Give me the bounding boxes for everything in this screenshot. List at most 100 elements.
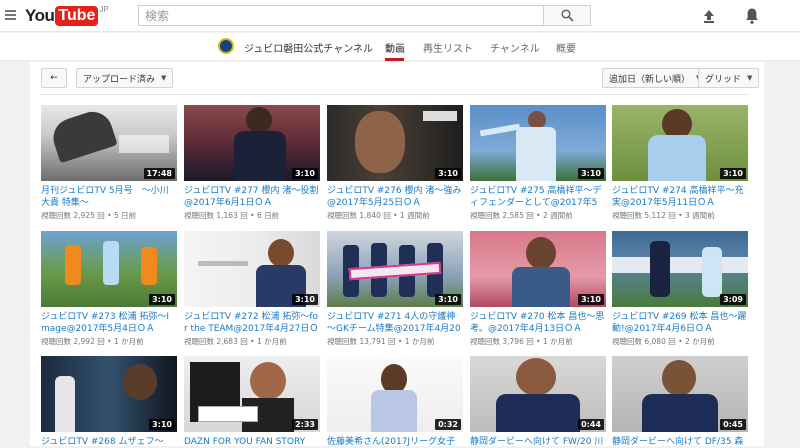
video-title[interactable]: ジュビロTV #272 松浦 拓弥～for the TEAM@2017年4月27…	[184, 311, 320, 335]
view-count: 視聴回数 1,840 回	[327, 211, 391, 220]
video-card[interactable]: 3:10 ジュビロTV #271 4人の守護神～GKチーム特集@2017年4月2…	[327, 231, 463, 347]
video-meta: 視聴回数 2,992 回 • 1 か月前	[41, 337, 144, 346]
video-title[interactable]: ジュビロTV #273 松浦 拓弥～Image@2017年5月4日ＯＡ	[41, 311, 177, 335]
video-title[interactable]: ジュビロTV #269 松本 昌也～躍動!@2017年4月6日ＯＡ	[612, 311, 748, 335]
video-thumbnail[interactable]: 3:10	[41, 356, 177, 432]
video-card[interactable]: 3:10 ジュビロTV #273 松浦 拓弥～Image@2017年5月4日ＯＡ…	[41, 231, 177, 347]
video-card[interactable]: 0:45 静岡ダービーへ向けて DF/35 森	[612, 356, 748, 448]
tab-about[interactable]: 概要	[556, 40, 576, 55]
video-thumbnail[interactable]: 3:10	[41, 231, 177, 307]
video-card[interactable]: 0:44 静岡ダービーへ向けて FW/20 川	[470, 356, 606, 448]
view-count: 視聴回数 2,683 回	[184, 337, 248, 346]
video-duration: 3:10	[435, 168, 461, 179]
logo-you-text: You	[25, 6, 55, 25]
video-thumbnail[interactable]: 0:32	[327, 356, 463, 432]
video-thumbnail[interactable]: 3:10	[612, 105, 748, 181]
notifications-bell-icon[interactable]	[744, 7, 760, 25]
sort-label: 追加日（新しい順）	[609, 74, 691, 85]
video-thumbnail[interactable]: 3:09	[612, 231, 748, 307]
video-duration: 17:48	[143, 168, 175, 179]
filter-label: アップロード済み	[83, 74, 156, 85]
video-title[interactable]: ジュビロTV #277 櫻内 渚～役割@2017年6月1日ＯＡ	[184, 185, 320, 209]
video-duration: 3:10	[435, 294, 461, 305]
video-thumbnail[interactable]: 3:10	[184, 231, 320, 307]
video-duration: 2:33	[292, 419, 318, 430]
video-meta: 視聴回数 13,791 回 • 1 か月前	[327, 337, 435, 346]
chevron-down-icon: ▼	[161, 74, 167, 82]
video-thumbnail[interactable]: 17:48	[41, 105, 177, 181]
video-thumbnail[interactable]: 3:10	[470, 231, 606, 307]
video-duration: 3:10	[149, 419, 175, 430]
video-meta: 視聴回数 2,683 回 • 1 か月前	[184, 337, 287, 346]
video-thumbnail[interactable]: 3:10	[327, 231, 463, 307]
upload-age: 3 週間前	[684, 211, 715, 220]
upload-age: 1 か月前	[404, 337, 435, 346]
view-label: グリッド	[705, 74, 742, 85]
view-count: 視聴回数 13,791 回	[327, 337, 396, 346]
upload-age: 5 日前	[113, 211, 137, 220]
video-duration: 3:10	[292, 294, 318, 305]
video-title[interactable]: 佐藤美希さん(2017Jリーグ女子	[327, 436, 463, 448]
video-title[interactable]: 静岡ダービーへ向けて FW/20 川	[470, 436, 606, 448]
video-thumbnail[interactable]: 0:44	[470, 356, 606, 432]
video-title[interactable]: ジュビロTV #268 ムザェフ～	[41, 436, 177, 448]
video-card[interactable]: 3:10 ジュビロTV #277 櫻内 渚～役割@2017年6月1日ＯＡ 視聴回…	[184, 105, 320, 221]
video-meta: 視聴回数 2,925 回 • 5 日前	[41, 211, 137, 220]
video-title[interactable]: ジュビロTV #275 高橋祥平～ディフェンダーとして@2017年5月18日ＯＡ	[470, 185, 606, 209]
video-card[interactable]: 2:33 DAZN FOR YOU FAN STORY	[184, 356, 320, 448]
channel-header: ジュビロ磐田公式チャンネル 動画 再生リスト チャンネル 概要	[0, 33, 800, 61]
view-count: 視聴回数 2,925 回	[41, 211, 105, 220]
channel-avatar[interactable]	[218, 38, 234, 54]
video-meta: 視聴回数 6,080 回 • 2 か月前	[612, 337, 715, 346]
youtube-logo[interactable]: You Tube JP	[25, 5, 109, 26]
search-button[interactable]	[543, 5, 591, 26]
view-count: 視聴回数 1,163 回	[184, 211, 248, 220]
video-thumbnail[interactable]: 3:10	[470, 105, 606, 181]
video-thumbnail[interactable]: 3:10	[184, 105, 320, 181]
upload-filter-dropdown[interactable]: アップロード済み ▼	[76, 68, 174, 88]
logo-tube-text: Tube	[55, 6, 99, 26]
video-card[interactable]: 3:09 ジュビロTV #269 松本 昌也～躍動!@2017年4月6日ＯＡ 視…	[612, 231, 748, 347]
view-dropdown[interactable]: グリッド ▼	[698, 68, 760, 88]
hamburger-menu-icon[interactable]	[5, 10, 16, 20]
video-thumbnail[interactable]: 0:45	[612, 356, 748, 432]
back-arrow-icon: ←	[50, 73, 58, 83]
sort-dropdown[interactable]: 追加日（新しい順）▼	[602, 68, 709, 88]
video-title[interactable]: ジュビロTV #274 高橋祥平～充実@2017年5月11日ＯＡ	[612, 185, 748, 209]
tab-videos[interactable]: 動画	[385, 40, 405, 55]
view-count: 視聴回数 3,796 回	[470, 337, 534, 346]
video-meta: 視聴回数 5,112 回 • 3 週間前	[612, 211, 715, 220]
masthead: You Tube JP 検索	[0, 0, 800, 32]
video-title[interactable]: ジュビロTV #271 4人の守護神～GKチーム特集@2017年4月20日ＯＡ	[327, 311, 463, 335]
video-card[interactable]: 3:10 ジュビロTV #272 松浦 拓弥～for the TEAM@2017…	[184, 231, 320, 347]
tab-playlists[interactable]: 再生リスト	[423, 40, 473, 55]
video-card[interactable]: 3:10 ジュビロTV #268 ムザェフ～	[41, 356, 177, 448]
view-count: 視聴回数 2,585 回	[470, 211, 534, 220]
video-card[interactable]: 0:32 佐藤美希さん(2017Jリーグ女子	[327, 356, 463, 448]
video-meta: 視聴回数 3,796 回 • 1 か月前	[470, 337, 573, 346]
video-thumbnail[interactable]: 2:33	[184, 356, 320, 432]
video-card[interactable]: 3:10 ジュビロTV #275 高橋祥平～ディフェンダーとして@2017年5月…	[470, 105, 606, 221]
upload-age: 1 週間前	[399, 211, 430, 220]
video-card[interactable]: 3:10 ジュビロTV #270 松本 昌也～思考。@2017年4月13日ＯＡ …	[470, 231, 606, 347]
video-duration: 3:10	[149, 294, 175, 305]
divider	[40, 94, 750, 95]
upload-age: 1 か月前	[542, 337, 573, 346]
video-title[interactable]: 月刊ジュビロTV 5月号 ～小川大貴 特集～	[41, 185, 177, 209]
back-button[interactable]: ←	[41, 68, 67, 88]
channel-name[interactable]: ジュビロ磐田公式チャンネル	[244, 40, 373, 55]
tab-channels[interactable]: チャンネル	[490, 40, 540, 55]
upload-age: 6 日前	[256, 211, 280, 220]
upload-icon[interactable]	[701, 8, 717, 24]
video-thumbnail[interactable]: 3:10	[327, 105, 463, 181]
search-input[interactable]: 検索	[138, 5, 544, 26]
video-card[interactable]: 3:10 ジュビロTV #274 高橋祥平～充実@2017年5月11日ＯＡ 視聴…	[612, 105, 748, 221]
video-title[interactable]: ジュビロTV #270 松本 昌也～思考。@2017年4月13日ＯＡ	[470, 311, 606, 335]
video-title[interactable]: ジュビロTV #276 櫻内 渚～強み@2017年5月25日ＯＡ	[327, 185, 463, 209]
video-card[interactable]: 17:48 月刊ジュビロTV 5月号 ～小川大貴 特集～ 視聴回数 2,925 …	[41, 105, 177, 221]
video-title[interactable]: 静岡ダービーへ向けて DF/35 森	[612, 436, 748, 448]
video-title[interactable]: DAZN FOR YOU FAN STORY	[184, 436, 320, 448]
video-card[interactable]: 3:10 ジュビロTV #276 櫻内 渚～強み@2017年5月25日ＯＡ 視聴…	[327, 105, 463, 221]
upload-age: 1 か月前	[113, 337, 144, 346]
chevron-down-icon: ▼	[747, 74, 753, 82]
